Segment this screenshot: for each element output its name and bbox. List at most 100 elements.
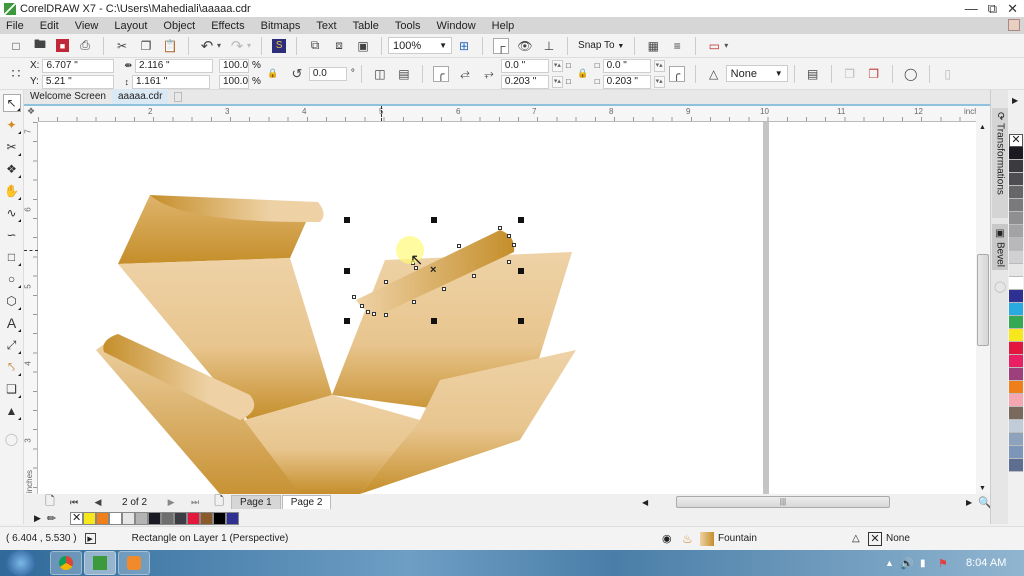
corner-radius-bottom-right-input[interactable]: 0.203 ": [602, 74, 651, 89]
zoom-level-dropdown[interactable]: 100% ▼: [388, 37, 453, 54]
drop-shadow-icon[interactable]: ❑: [3, 380, 21, 398]
spin-buttons[interactable]: ▾▴: [551, 75, 563, 88]
corner-radius-top-right-input[interactable]: 0.0 ": [602, 58, 651, 73]
menu-object[interactable]: Object: [163, 20, 195, 32]
palette-swatch[interactable]: [1009, 160, 1023, 173]
node-handle[interactable]: [384, 280, 388, 284]
interactive-fill-icon[interactable]: ◯: [3, 430, 21, 448]
palette-swatch[interactable]: [109, 511, 123, 525]
previous-page-icon[interactable]: ◀: [90, 494, 106, 510]
welcome-dropdown-icon[interactable]: ▾: [724, 41, 728, 50]
new-tab-icon[interactable]: [174, 92, 183, 102]
restore-button[interactable]: ⧉: [988, 1, 997, 17]
menu-help[interactable]: Help: [492, 20, 515, 32]
palette-swatch[interactable]: [122, 511, 136, 525]
taskbar-chrome[interactable]: [50, 551, 82, 575]
palette-swatch[interactable]: [1009, 407, 1023, 420]
rectangle-tool-icon[interactable]: □: [3, 248, 21, 266]
palette-swatch[interactable]: [1009, 264, 1023, 277]
pick-tool-icon[interactable]: ↖: [2, 94, 21, 112]
parallel-dimension-icon[interactable]: ⤢: [3, 336, 21, 354]
options-icon[interactable]: ▦: [645, 38, 661, 54]
selection-handle[interactable]: [518, 268, 524, 274]
palette-swatch[interactable]: [96, 511, 110, 525]
menu-text[interactable]: Text: [316, 20, 336, 32]
page-tab-1[interactable]: Page 1: [231, 495, 281, 509]
chamfered-corner-icon[interactable]: ⥅: [481, 66, 497, 82]
palette-swatch[interactable]: [187, 511, 201, 525]
palette-swatch[interactable]: [1009, 251, 1023, 264]
palette-swatch[interactable]: [1009, 238, 1023, 251]
palette-swatch[interactable]: [213, 511, 227, 525]
palette-swatch[interactable]: [1009, 368, 1023, 381]
vertical-ruler[interactable]: 7 6 5 4 3 inches: [24, 122, 38, 494]
spin-buttons[interactable]: ▾▴: [653, 75, 665, 88]
print-icon[interactable]: ⎙: [77, 38, 93, 54]
add-page-before-icon[interactable]: 🗋: [42, 494, 58, 510]
node-handle[interactable]: [372, 312, 376, 316]
mirror-horizontal-icon[interactable]: ◫: [372, 66, 388, 82]
import-icon[interactable]: ⧉: [307, 38, 323, 54]
copy-icon[interactable]: ❐: [138, 38, 154, 54]
user-account-icon[interactable]: [1008, 19, 1020, 31]
volume-icon[interactable]: 🔊: [900, 557, 914, 570]
palette-swatch[interactable]: [1009, 186, 1023, 199]
palette-swatch[interactable]: [1009, 277, 1023, 290]
reference-point-icon[interactable]: ∷: [8, 65, 24, 82]
palette-swatch[interactable]: [1009, 225, 1023, 238]
next-page-icon[interactable]: ▶: [163, 494, 179, 510]
palette-swatch[interactable]: [135, 511, 149, 525]
wrap-text-icon[interactable]: ▤: [805, 66, 821, 82]
palette-swatch[interactable]: [1009, 381, 1023, 394]
clock[interactable]: 8:04 AM: [966, 557, 1006, 569]
open-folder-icon[interactable]: 🖿: [32, 37, 48, 54]
palette-swatch[interactable]: [161, 511, 175, 525]
no-fill-swatch[interactable]: ✕: [70, 511, 84, 525]
palette-swatch[interactable]: [1009, 147, 1023, 160]
menu-table[interactable]: Table: [353, 20, 379, 32]
new-document-icon[interactable]: □: [8, 38, 24, 54]
welcome-screen-icon[interactable]: ▭: [706, 38, 722, 54]
rotation-center-icon[interactable]: ×: [430, 264, 436, 276]
palette-swatch[interactable]: [1009, 212, 1023, 225]
palette-swatch[interactable]: [1009, 342, 1023, 355]
menu-tools[interactable]: Tools: [395, 20, 421, 32]
start-button[interactable]: [6, 550, 36, 576]
round-corner-icon[interactable]: ╭: [432, 65, 449, 82]
selection-handle[interactable]: [518, 217, 524, 223]
palette-swatch[interactable]: [1009, 394, 1023, 407]
undo-icon[interactable]: ↶: [199, 38, 215, 55]
scroll-left-icon[interactable]: ◀: [642, 498, 648, 507]
node-handle[interactable]: [412, 300, 416, 304]
node-handle[interactable]: [457, 244, 461, 248]
tab-aaaaa-cdr[interactable]: aaaaa.cdr: [111, 89, 169, 104]
horizontal-ruler[interactable]: 2 3 4 5 6 7 8 9 10 11 12 inches: [38, 106, 990, 122]
x-position-input[interactable]: 6.707 ": [42, 58, 115, 73]
ruler-origin[interactable]: ❖: [24, 106, 38, 122]
relative-corner-scaling-icon[interactable]: ╭: [668, 65, 685, 82]
width-input[interactable]: 2.116 ": [135, 58, 213, 73]
show-rulers-icon[interactable]: ┌: [493, 37, 510, 54]
horizontal-scroll-thumb[interactable]: |||: [676, 496, 890, 508]
scale-y-input[interactable]: 100.0: [219, 74, 249, 89]
palette-swatch[interactable]: [1009, 433, 1023, 446]
palette-swatch[interactable]: [1009, 420, 1023, 433]
palette-swatch[interactable]: [83, 511, 97, 525]
publish-pdf-icon[interactable]: ▣: [355, 38, 371, 54]
convert-to-curves-icon[interactable]: ◯: [903, 66, 919, 82]
network-icon[interactable]: ▮: [920, 558, 926, 569]
menu-file[interactable]: File: [6, 20, 24, 32]
status-menu-icon[interactable]: ▶: [84, 533, 96, 544]
palette-swatch[interactable]: [1009, 303, 1023, 316]
scale-x-input[interactable]: 100.0: [219, 58, 249, 73]
palette-swatch[interactable]: [1009, 446, 1023, 459]
scroll-right-icon[interactable]: ▶: [966, 498, 972, 507]
menu-effects[interactable]: Effects: [211, 20, 244, 32]
menu-edit[interactable]: Edit: [40, 20, 59, 32]
freehand-tool-icon[interactable]: ∿: [3, 204, 21, 222]
tab-welcome-screen[interactable]: Welcome Screen: [24, 89, 112, 104]
action-center-flag-icon[interactable]: ⚑: [938, 557, 948, 570]
palette-swatch[interactable]: [1009, 355, 1023, 368]
menu-layout[interactable]: Layout: [114, 20, 147, 32]
color-proof-icon[interactable]: ◉: [662, 532, 672, 545]
